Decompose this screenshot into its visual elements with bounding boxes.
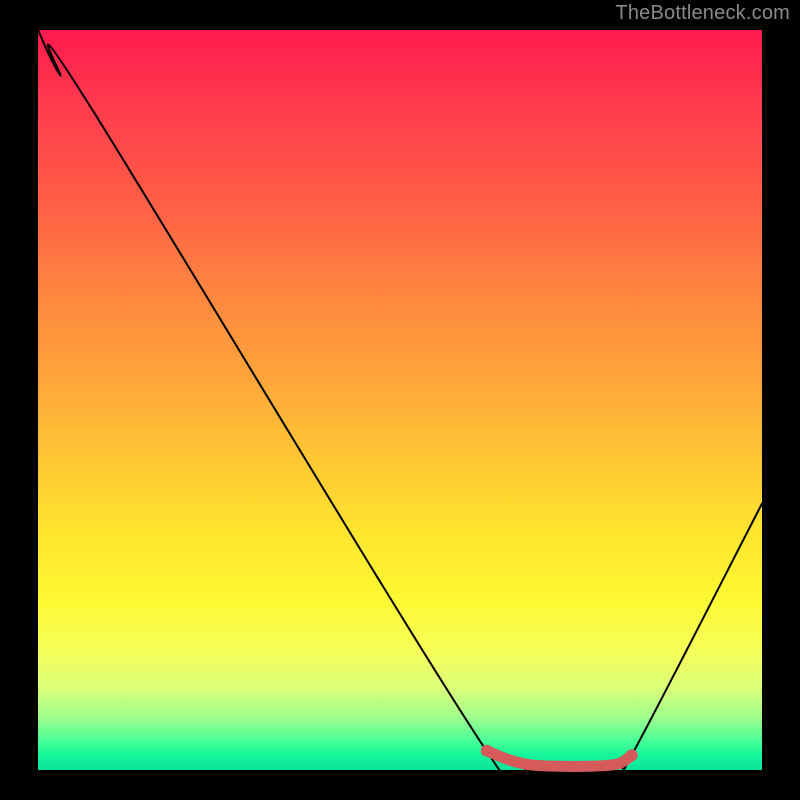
watermark-text: TheBottleneck.com — [615, 2, 790, 25]
bottleneck-curve-line — [38, 30, 762, 800]
optimum-band-endpoint — [481, 745, 493, 757]
chart-curve-layer — [0, 0, 800, 800]
chart-stage: TheBottleneck.com — [0, 0, 800, 800]
optimum-band-line — [487, 751, 632, 767]
optimum-band-endpoint — [626, 749, 638, 761]
